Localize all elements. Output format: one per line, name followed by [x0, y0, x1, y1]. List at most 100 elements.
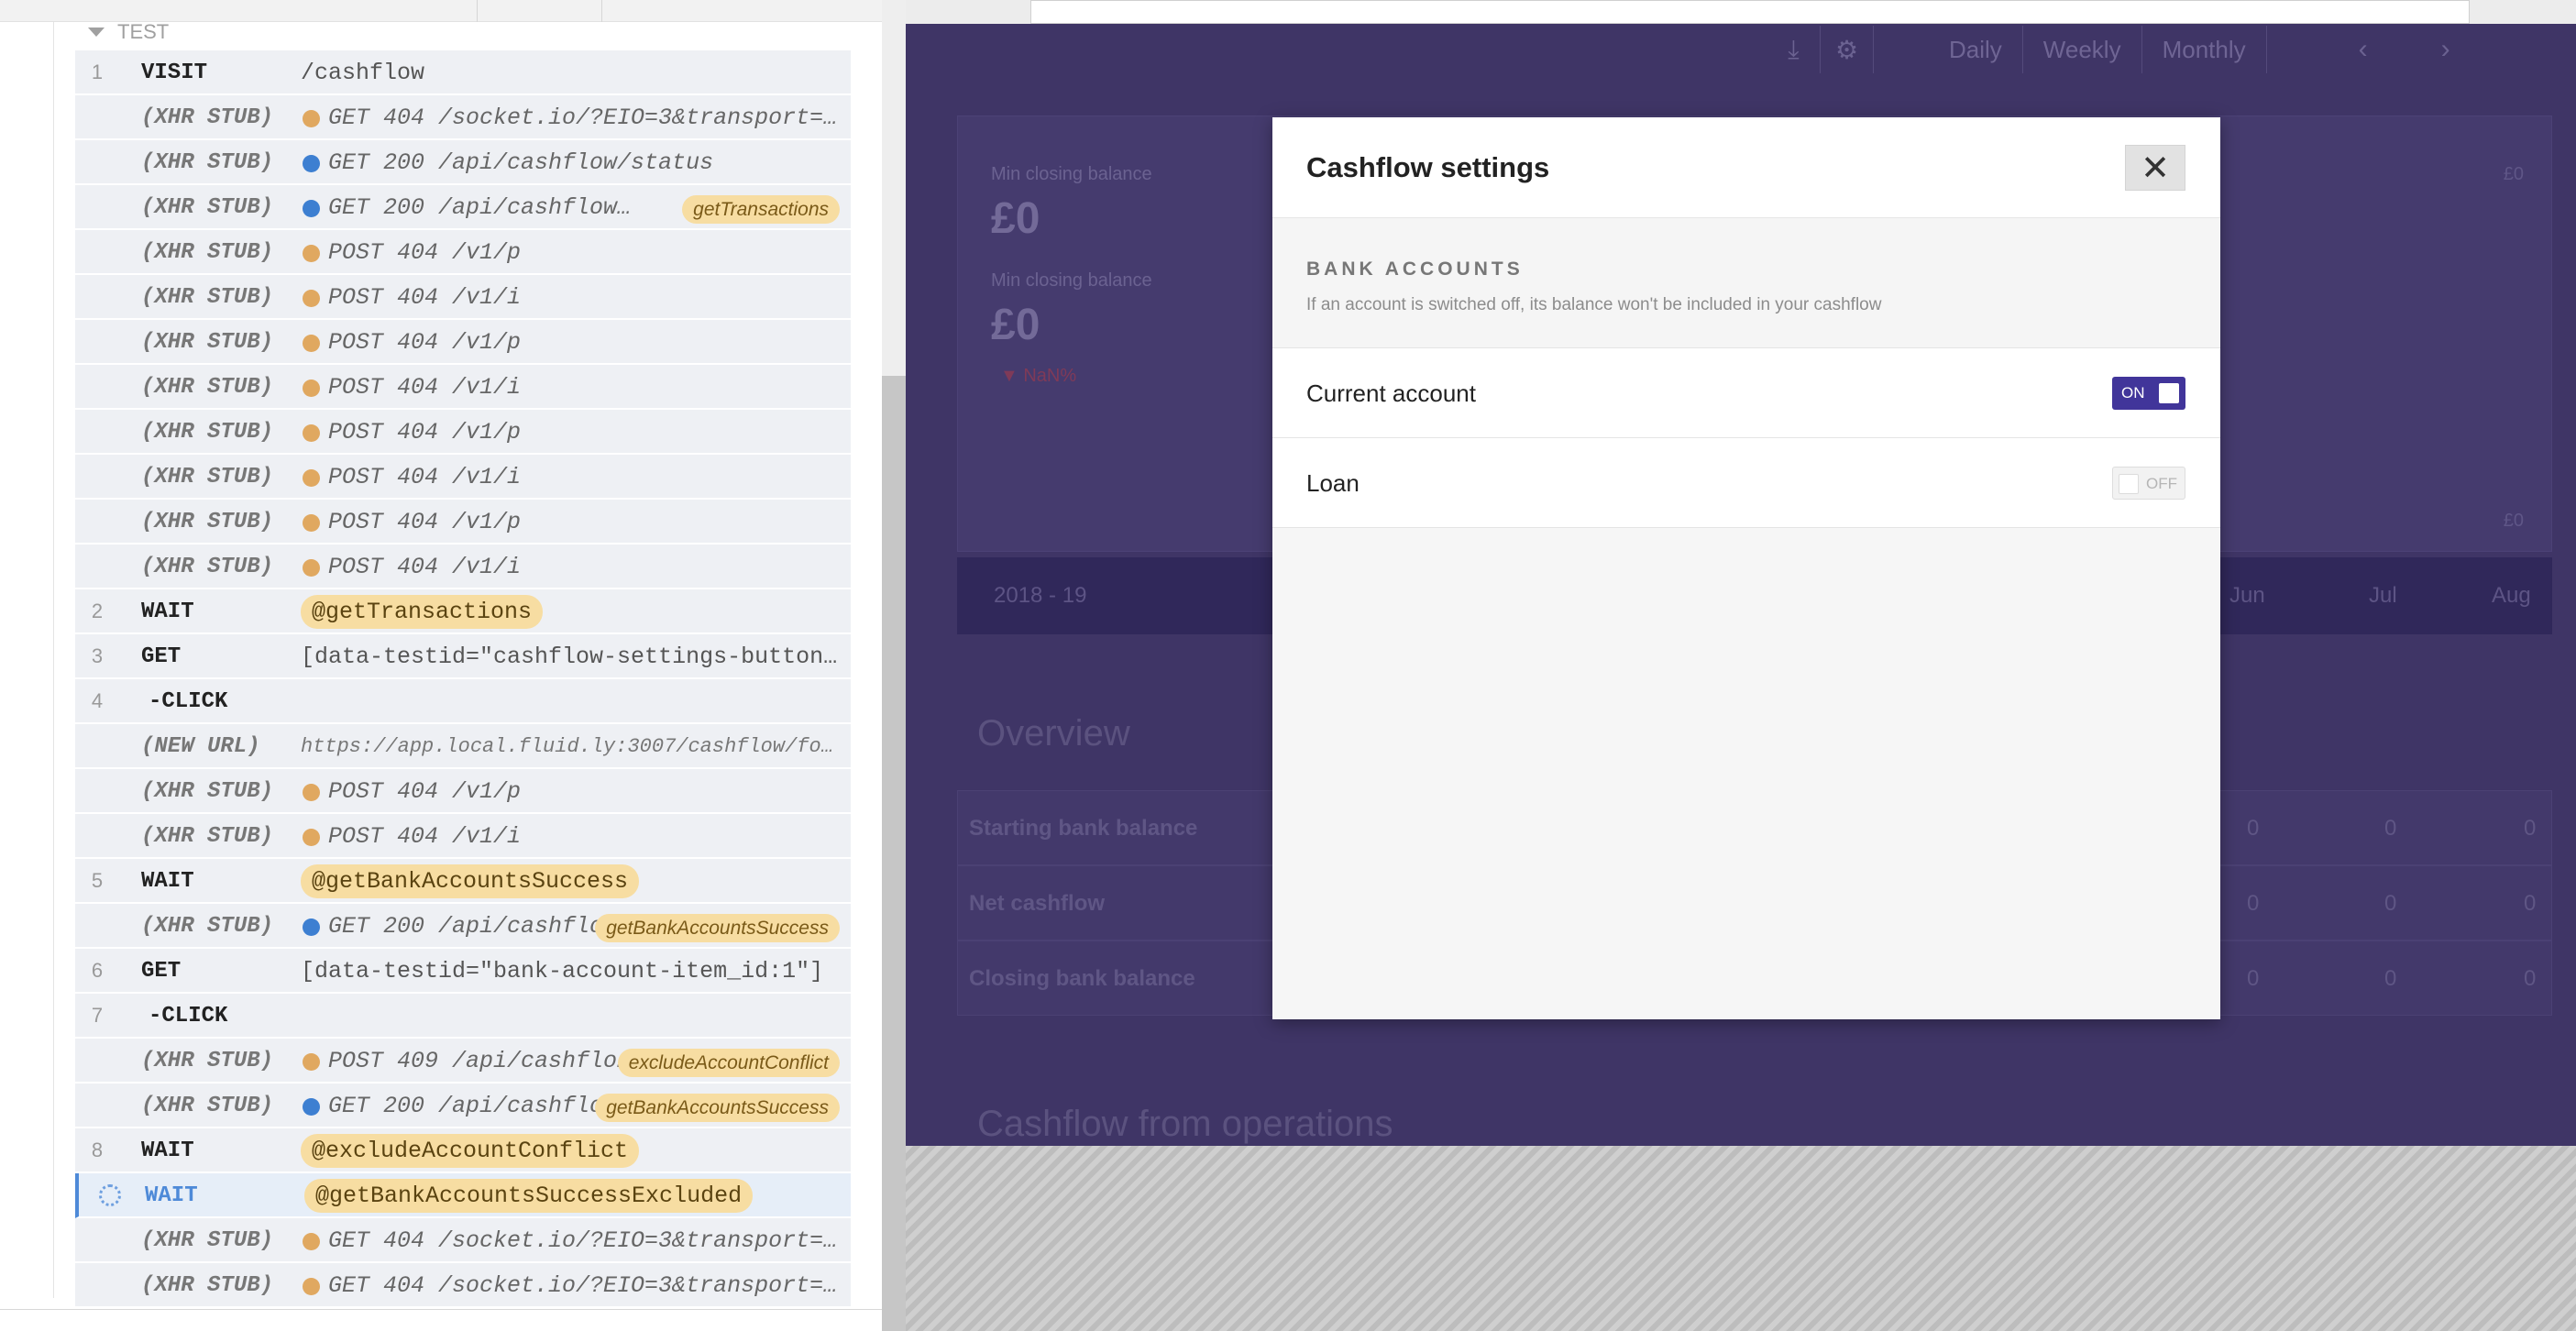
command-name: (XHR STUB)	[141, 1273, 274, 1298]
download-icon[interactable]: ⤓	[1767, 26, 1821, 73]
tab-weekly[interactable]: Weekly	[2023, 26, 2142, 73]
command-row[interactable]: 8 WAIT @excludeAccountConflict	[75, 1128, 851, 1173]
command-row[interactable]: (XHR STUB) POST 404 /v1/i	[75, 365, 851, 410]
command-row[interactable]: (XHR STUB) POST 404 /v1/i	[75, 544, 851, 589]
account-toggle-current[interactable]: ON	[2112, 377, 2185, 410]
command-row[interactable]: (XHR STUB) POST 404 /v1/p	[75, 410, 851, 455]
command-log-panel: TEST 1 VISIT/cashflow (XHR STUB) GET 404 /s…	[0, 0, 906, 1331]
command-row[interactable]: (XHR STUB) GET 200 /api/cashflow/bank-acc…	[75, 904, 851, 949]
gear-icon[interactable]: ⚙	[1821, 26, 1874, 73]
account-toggle-loan[interactable]: OFF	[2112, 467, 2185, 500]
summary-label: Min closing balance	[991, 164, 1152, 184]
command-message: GET 200 /api/cashflow/bank-accounts	[328, 1093, 640, 1119]
close-button[interactable]: ✕	[2125, 145, 2185, 191]
command-message: POST 404 /v1/p	[328, 239, 522, 266]
status-dot-icon	[303, 918, 320, 936]
cell-value: 0	[2384, 966, 2397, 991]
command-message: GET 200 /api/cashflow/bank-accounts	[328, 913, 640, 940]
command-name: (XHR STUB)	[141, 555, 274, 579]
cell-value: 0	[2247, 966, 2260, 991]
command-name: (XHR STUB)	[141, 330, 274, 355]
command-row[interactable]: (XHR STUB) POST 409 /api/cashflow/bank-ac…	[75, 1039, 851, 1084]
command-name: (XHR STUB)	[141, 465, 274, 490]
command-row[interactable]: (XHR STUB) POST 404 /v1/p	[75, 230, 851, 275]
cashflow-settings-modal: Cashflow settings ✕ BANK ACCOUNTS If an …	[1272, 117, 2220, 1019]
command-row[interactable]: (XHR STUB) POST 404 /v1/i	[75, 814, 851, 859]
command-message: https://app.local.fluid.ly:3007/cashflow…	[301, 735, 842, 758]
command-row[interactable]: (XHR STUB) POST 404 /v1/i	[75, 455, 851, 500]
test-header[interactable]: TEST	[88, 18, 169, 46]
status-dot-icon	[303, 1278, 320, 1295]
summary-label: Min closing balance	[991, 270, 1152, 291]
command-row[interactable]: (XHR STUB) POST 404 /v1/i	[75, 275, 851, 320]
command-row[interactable]: (XHR STUB) POST 404 /v1/p	[75, 769, 851, 814]
command-name: VISIT	[141, 60, 208, 85]
command-row[interactable]: 4 -CLICK	[75, 679, 851, 724]
status-dot-icon	[303, 1098, 320, 1116]
status-dot-icon	[303, 110, 320, 127]
command-row[interactable]: (XHR STUB) GET 404 /socket.io/?EIO=3&tran…	[75, 95, 851, 140]
test-title: TEST	[117, 20, 170, 43]
status-dot-icon	[303, 424, 320, 442]
alias-badge: getBankAccountsSuccess	[595, 1094, 840, 1122]
alias-pill: @excludeAccountConflict	[301, 1134, 640, 1168]
command-message: [data-testid="cashflow-settings-button"]	[301, 644, 842, 670]
log-gutter	[53, 22, 54, 1298]
command-name: WAIT	[141, 600, 194, 624]
command-number: 6	[91, 959, 104, 982]
command-message: GET 404 /socket.io/?EIO=3&transport=poll…	[328, 104, 842, 131]
bank-accounts-section-header: BANK ACCOUNTS If an account is switched …	[1272, 218, 2220, 348]
command-row[interactable]: 5 WAIT @getBankAccountsSuccess	[75, 859, 851, 904]
alias-badge: excludeAccountConflict	[617, 1049, 840, 1077]
log-scrollbar-thumb[interactable]	[882, 376, 906, 1331]
toggle-knob	[2159, 383, 2179, 403]
period-month: Jul	[2369, 583, 2397, 608]
viewport-outside-area	[906, 1146, 2576, 1331]
cell-value: 0	[2524, 891, 2537, 916]
status-dot-icon	[303, 469, 320, 487]
operations-title: Cashflow from operations	[977, 1104, 1393, 1144]
command-row[interactable]: (XHR STUB) GET 404 /socket.io/?EIO=3&tran…	[75, 1218, 851, 1263]
command-row[interactable]: 7 -CLICK	[75, 994, 851, 1039]
command-row[interactable]: (XHR STUB) GET 200 /api/cashflow/status	[75, 140, 851, 185]
command-name: (XHR STUB)	[141, 285, 274, 310]
command-row[interactable]: WAIT @getBankAccountsSuccessExcluded	[75, 1173, 851, 1218]
command-name: GET	[141, 644, 182, 669]
account-name: Current account	[1306, 380, 1476, 407]
command-name: WAIT	[141, 1138, 194, 1163]
chevron-left-icon[interactable]: ‹	[2322, 26, 2405, 73]
command-message: POST 404 /v1/p	[328, 509, 522, 535]
command-row[interactable]: (XHR STUB) GET 404 /socket.io/?EIO=3&tran…	[75, 1263, 851, 1308]
command-row[interactable]: (XHR STUB) GET 200 /api/cashflow/bank-acc…	[75, 1084, 851, 1128]
section-title: BANK ACCOUNTS	[1306, 258, 1524, 280]
command-row[interactable]: 2 WAIT @getTransactions	[75, 589, 851, 634]
command-row[interactable]: (NEW URL) https://app.local.fluid.ly:3007…	[75, 724, 851, 769]
app-preview: ⤓ ⚙ Daily Weekly Monthly ‹ › Min closing…	[906, 0, 2576, 1331]
app-toolbar: ⤓ ⚙ Daily Weekly Monthly ‹ ›	[1767, 26, 2565, 73]
chevron-right-icon[interactable]: ›	[2405, 26, 2487, 73]
command-name: (XHR STUB)	[141, 105, 274, 130]
command-row[interactable]: 3 GET [data-testid="cashflow-settings-butt…	[75, 634, 851, 679]
overview-title: Overview	[977, 713, 1130, 754]
status-dot-icon	[303, 380, 320, 397]
row-label: Net cashflow	[969, 891, 1106, 916]
command-row[interactable]: (XHR STUB) GET 200 /api/cashflow/transact…	[75, 185, 851, 230]
command-message: GET 404 /socket.io/?EIO=3&transport=poll…	[328, 1272, 842, 1299]
close-icon: ✕	[2141, 148, 2170, 188]
command-name: GET	[141, 959, 182, 984]
command-message: POST 404 /v1/p	[328, 419, 522, 446]
summary-corner-value: £0	[2503, 164, 2524, 184]
command-row[interactable]: (XHR STUB) POST 404 /v1/p	[75, 500, 851, 544]
command-row[interactable]: 6 GET [data-testid="bank-account-item_id:1…	[75, 949, 851, 994]
command-number: 1	[91, 60, 104, 83]
cell-value: 0	[2247, 816, 2260, 841]
command-name: -CLICK	[149, 1004, 228, 1028]
command-row[interactable]: (XHR STUB) POST 404 /v1/p	[75, 320, 851, 365]
command-name: (XHR STUB)	[141, 195, 274, 220]
tab-monthly[interactable]: Monthly	[2142, 26, 2267, 73]
command-row[interactable]: 1 VISIT/cashflow	[75, 50, 851, 95]
section-subtitle: If an account is switched off, its balan…	[1306, 295, 1882, 314]
period-year: 2018 - 19	[994, 583, 1087, 608]
tab-daily[interactable]: Daily	[1929, 26, 2023, 73]
command-number: 4	[91, 689, 104, 712]
